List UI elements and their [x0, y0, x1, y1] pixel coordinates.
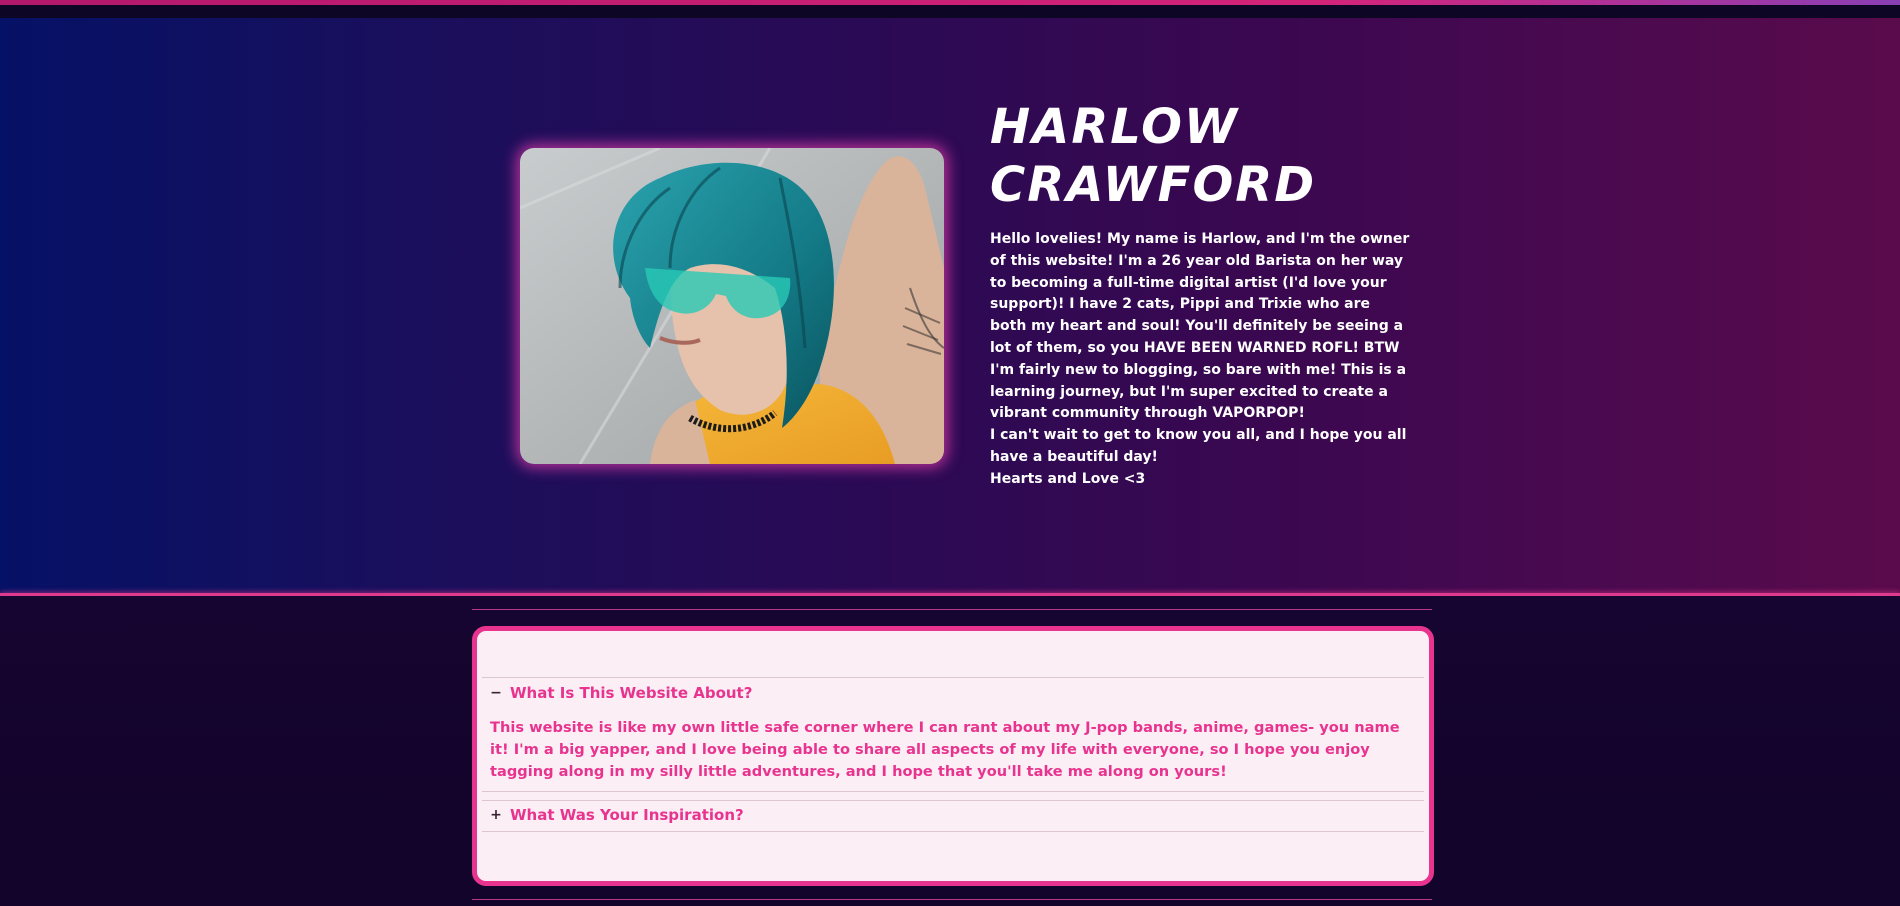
expand-icon[interactable]: +: [490, 807, 502, 823]
faq-question-inspiration[interactable]: + What Was Your Inspiration?: [490, 804, 744, 826]
bio-paragraph-1: Hello lovelies! My name is Harlow, and I…: [990, 231, 1410, 356]
faq-top-rule: [472, 609, 1432, 610]
bio-paragraph-3: I can't wait to get to know you all, and…: [990, 427, 1407, 465]
top-bar: [0, 5, 1900, 18]
faq-bottom-rule: [472, 899, 1432, 900]
faq-accordion: − What Is This Website About? This websi…: [472, 626, 1434, 886]
faq-answer-website-about: This website is like my own little safe …: [490, 719, 1400, 780]
faq-divider: [482, 831, 1424, 832]
faq-question-label[interactable]: What Was Your Inspiration?: [510, 806, 744, 824]
page-title: HARLOW CRAWFORD: [990, 99, 1317, 213]
faq-divider: [482, 800, 1424, 801]
faq-divider: [482, 791, 1424, 792]
bio-paragraph-2: I'm fairly new to blogging, so bare with…: [990, 361, 1407, 422]
faq-question-website-about[interactable]: − What Is This Website About?: [490, 682, 752, 704]
profile-photo-image: [520, 148, 944, 464]
profile-photo: [520, 148, 944, 464]
about-hero: [0, 18, 1900, 593]
faq-question-label[interactable]: What Is This Website About?: [510, 684, 752, 702]
bio-text: Hello lovelies! My name is Harlow, and I…: [990, 229, 1410, 491]
bio-signoff: Hearts and Love <3: [990, 470, 1146, 487]
collapse-icon[interactable]: −: [490, 685, 502, 701]
faq-divider: [482, 677, 1424, 678]
